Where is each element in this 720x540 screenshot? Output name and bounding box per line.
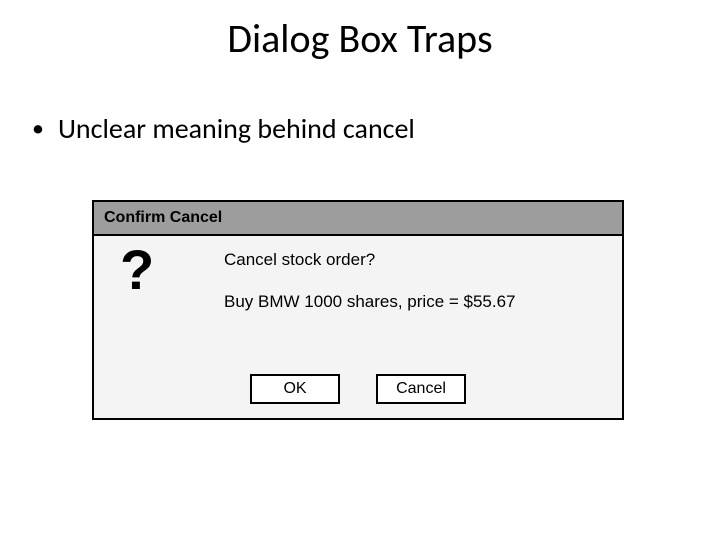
bullet-text: Unclear meaning behind cancel <box>58 112 415 146</box>
dialog-titlebar: Confirm Cancel <box>94 202 622 236</box>
bullet-marker: • <box>32 112 44 146</box>
slide-title: Dialog Box Traps <box>0 14 720 63</box>
dialog-button-row: OK Cancel <box>94 374 622 404</box>
bullet-item: • Unclear meaning behind cancel <box>32 112 415 146</box>
dialog-title-text: Confirm Cancel <box>104 209 222 227</box>
question-icon: ? <box>120 242 154 298</box>
confirm-dialog: Confirm Cancel ? Cancel stock order? Buy… <box>92 200 624 420</box>
dialog-message-secondary: Buy BMW 1000 shares, price = $55.67 <box>224 292 516 312</box>
ok-button[interactable]: OK <box>250 374 340 404</box>
dialog-body: ? Cancel stock order? Buy BMW 1000 share… <box>94 236 622 418</box>
cancel-button[interactable]: Cancel <box>376 374 466 404</box>
dialog-message-primary: Cancel stock order? <box>224 250 375 270</box>
slide: Dialog Box Traps • Unclear meaning behin… <box>0 0 720 540</box>
